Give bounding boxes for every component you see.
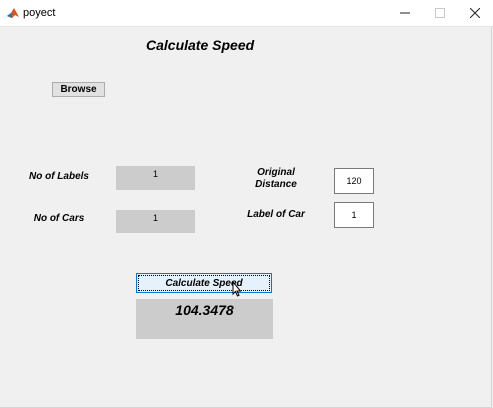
page-title: Calculate Speed: [146, 37, 255, 53]
minimize-button[interactable]: [388, 0, 422, 26]
minimize-icon: [400, 12, 410, 14]
title-bar: poyect: [0, 0, 493, 27]
maximize-button[interactable]: [423, 0, 457, 26]
original-distance-label-line1: Original: [257, 167, 295, 178]
label-of-car-label: Label of Car: [247, 209, 305, 220]
close-button[interactable]: [458, 0, 492, 26]
original-distance-label: Original Distance: [240, 167, 312, 191]
close-icon: [470, 8, 480, 18]
browse-button[interactable]: Browse: [52, 82, 105, 97]
original-distance-label-line2: Distance: [255, 179, 297, 190]
speed-result-display: 104.3478: [136, 299, 273, 339]
window-title: poyect: [23, 7, 56, 19]
maximize-icon: [435, 8, 445, 18]
mouse-pointer-icon: [232, 280, 242, 297]
label-of-car-field[interactable]: 1: [334, 202, 374, 228]
original-distance-field[interactable]: 120: [334, 168, 374, 194]
no-of-labels-readout: 1: [116, 166, 195, 190]
matlab-icon: [6, 6, 20, 20]
no-of-cars-label: No of Cars: [33, 213, 85, 224]
no-of-labels-label: No of Labels: [28, 171, 89, 182]
calculate-speed-button[interactable]: Calculate Speed: [136, 273, 272, 293]
no-of-cars-readout: 1: [116, 210, 195, 233]
